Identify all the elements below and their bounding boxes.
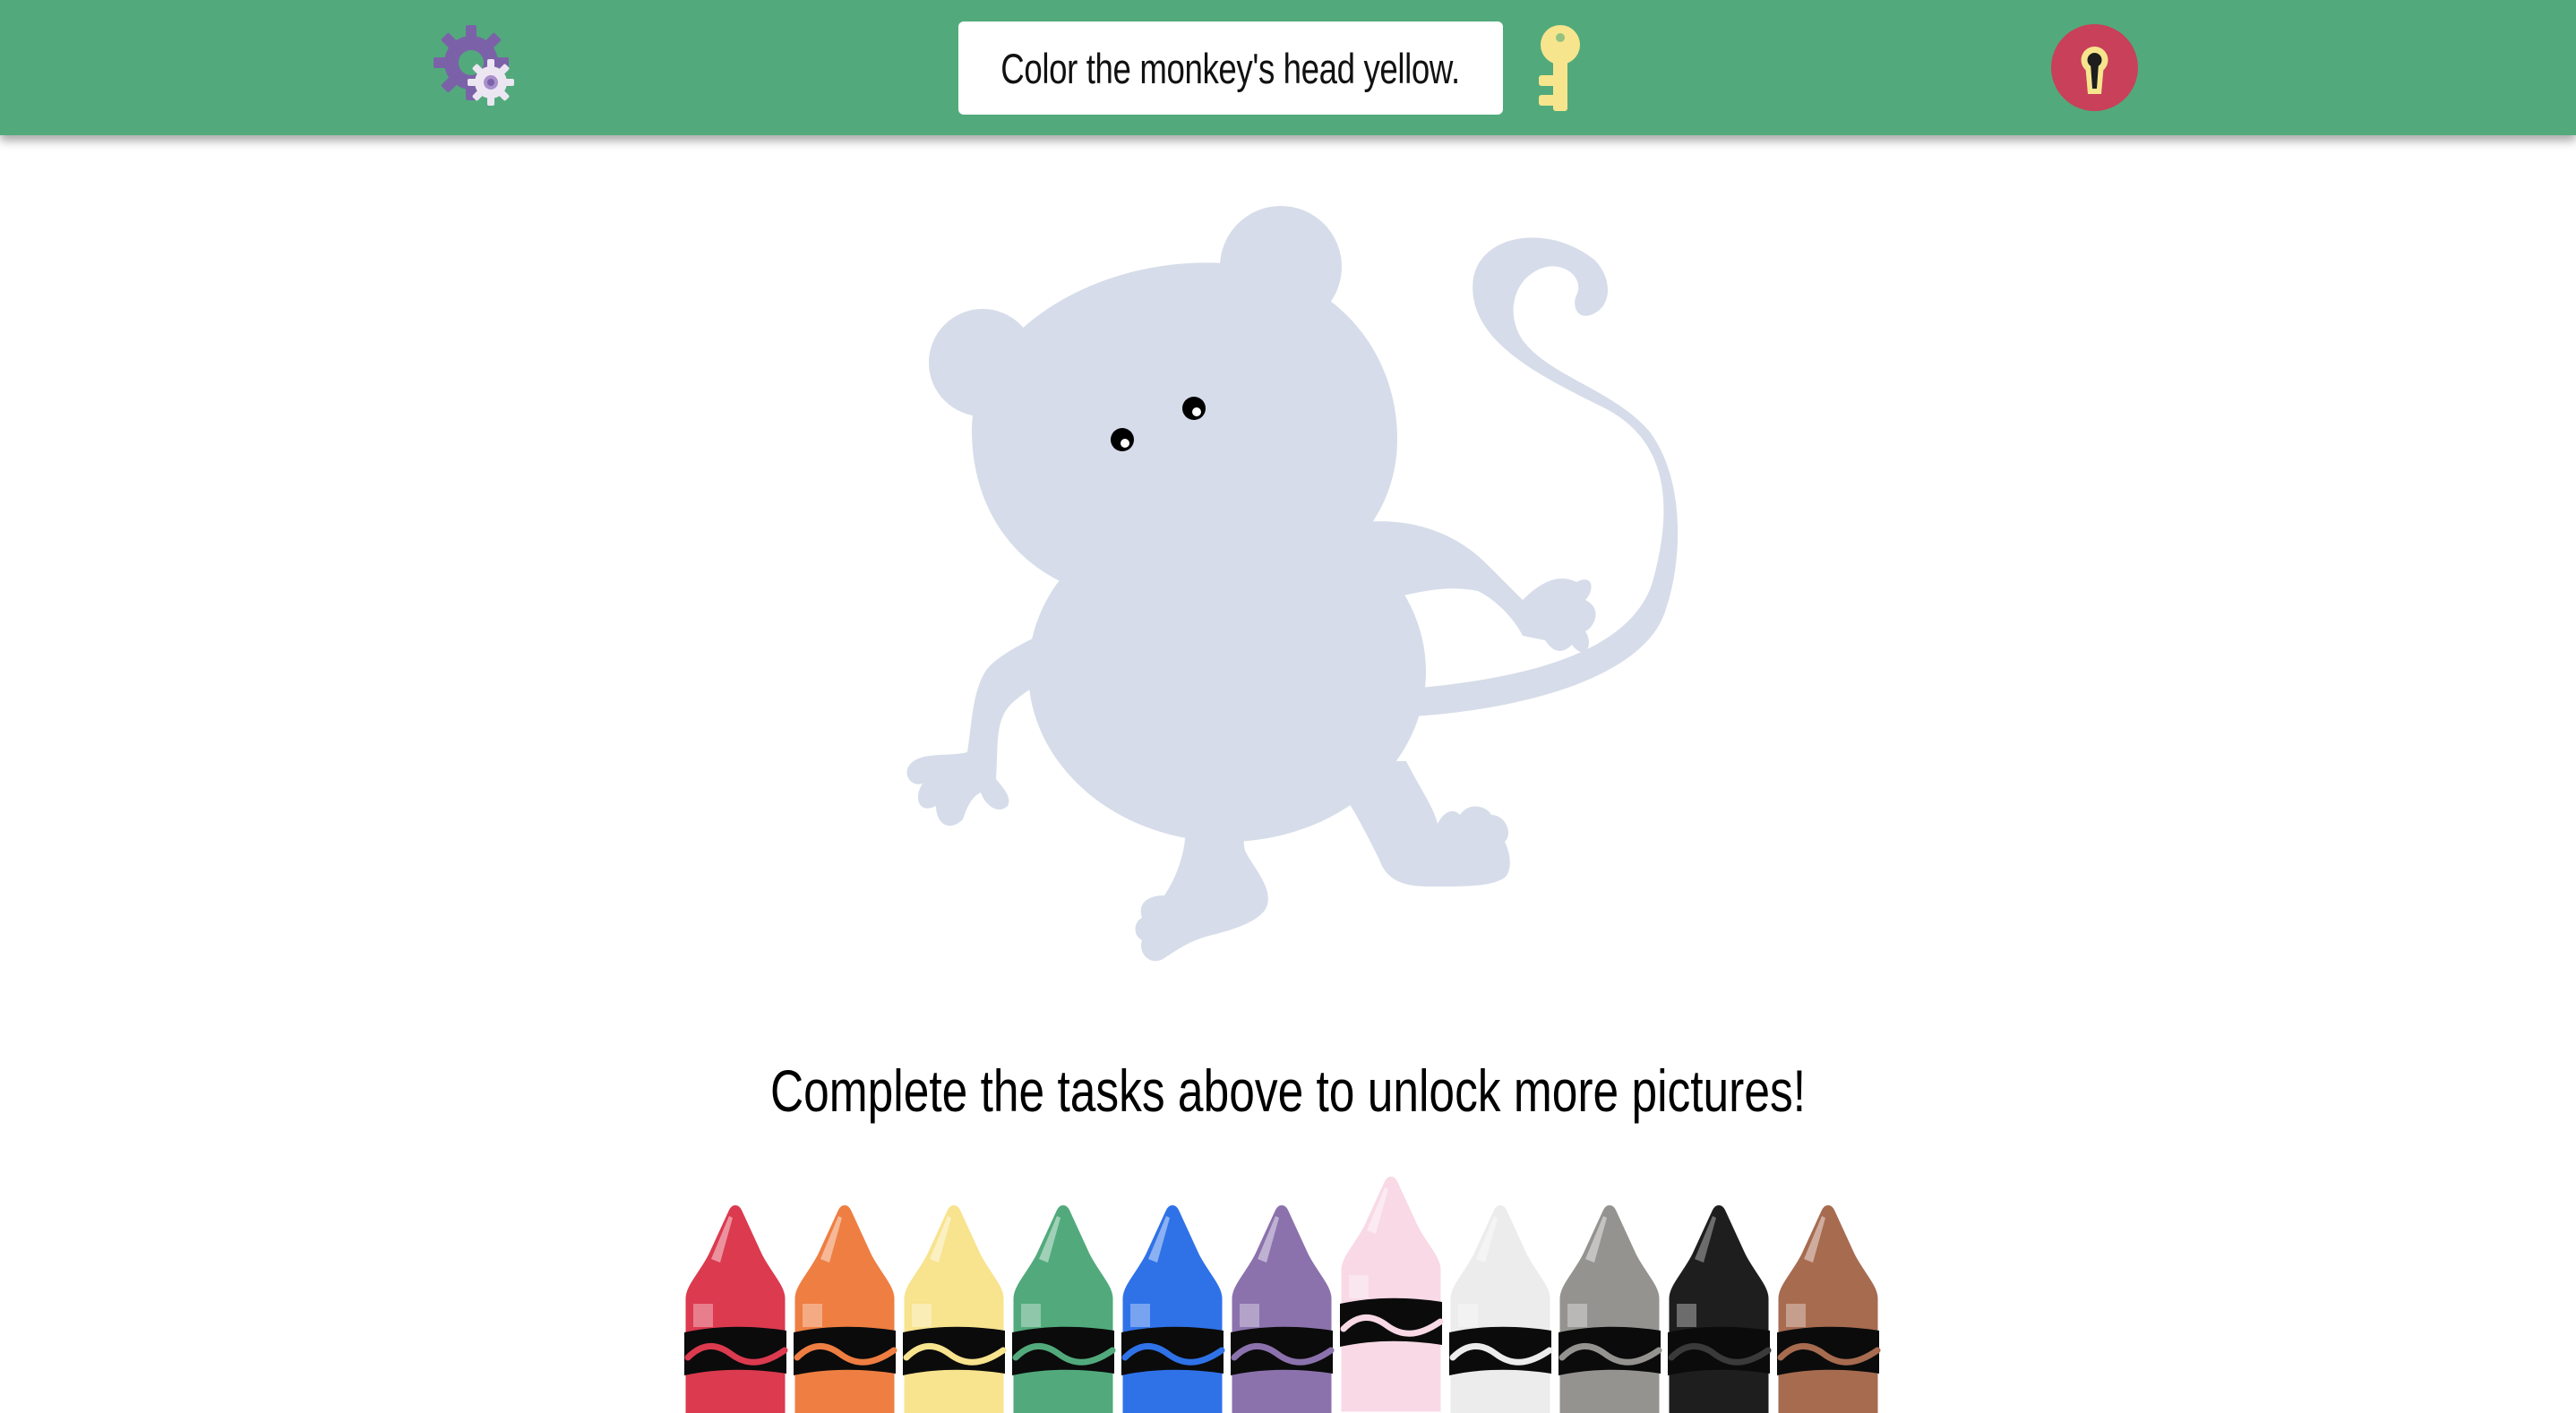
- top-bar: Color the monkey's head yellow.: [0, 0, 2576, 135]
- task-prompt: Color the monkey's head yellow.: [958, 21, 1503, 115]
- crayon-pink[interactable]: [1336, 1171, 1446, 1413]
- task-text: Color the monkey's head yellow.: [1000, 44, 1461, 92]
- crayon-purple[interactable]: [1227, 1200, 1336, 1413]
- crayon-blue[interactable]: [1118, 1200, 1227, 1413]
- crayon-palette: [681, 1174, 1899, 1413]
- monkey-tail[interactable]: [1397, 237, 1679, 716]
- crayon-gray[interactable]: [1555, 1200, 1664, 1413]
- monkey-head[interactable]: [972, 262, 1397, 600]
- key-icon: [1533, 21, 1587, 115]
- unlock-message: Complete the tasks above to unlock more …: [769, 1058, 1807, 1124]
- keyhole-lock-icon: [2081, 47, 2108, 94]
- gear-icon: [434, 25, 514, 106]
- coloring-canvas: [896, 206, 1702, 994]
- crayon-red[interactable]: [681, 1200, 790, 1413]
- crayon-brown[interactable]: [1773, 1200, 1883, 1413]
- crayon-orange[interactable]: [790, 1200, 899, 1413]
- monkey-right-leg[interactable]: [1317, 761, 1510, 886]
- crayon-green[interactable]: [1009, 1200, 1118, 1413]
- unlock-button[interactable]: [2051, 24, 2138, 111]
- crayon-white[interactable]: [1446, 1200, 1555, 1413]
- coloring-app: Color the monkey's head yellow. Complete…: [0, 0, 2576, 1413]
- crayon-yellow[interactable]: [899, 1200, 1009, 1413]
- settings-button[interactable]: [428, 20, 527, 118]
- crayon-black[interactable]: [1664, 1200, 1773, 1413]
